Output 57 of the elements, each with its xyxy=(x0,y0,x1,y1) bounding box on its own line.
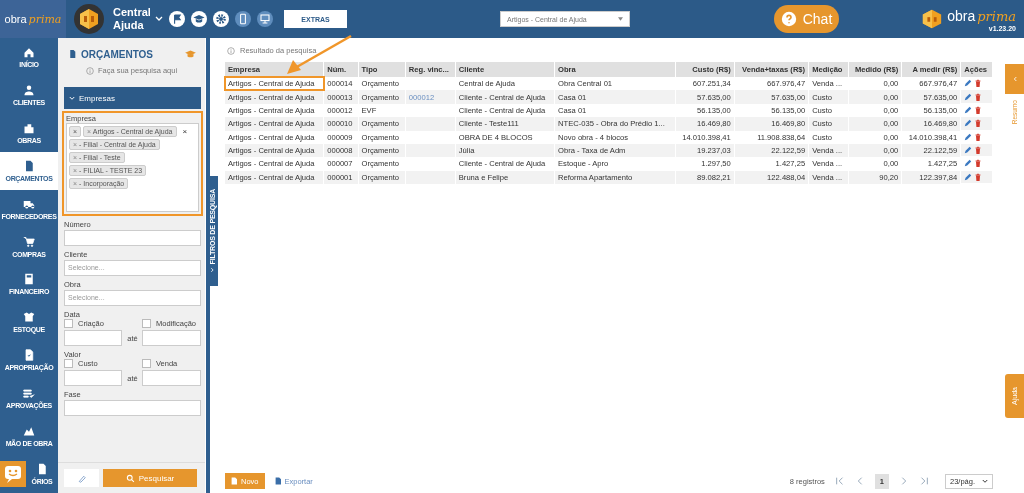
input-field[interactable] xyxy=(64,400,201,416)
checkbox[interactable] xyxy=(64,359,73,368)
document-icon xyxy=(68,49,77,59)
nav-icon xyxy=(23,159,35,172)
flag-icon[interactable] xyxy=(169,11,185,27)
clear-button[interactable]: × xyxy=(178,126,192,137)
cube-logo-icon xyxy=(921,8,944,30)
caret-icon xyxy=(618,17,623,21)
nav-icon xyxy=(23,235,35,248)
trash-icon[interactable] xyxy=(974,79,983,88)
nav-icon xyxy=(23,349,35,362)
input-field[interactable] xyxy=(142,370,201,386)
eraser-icon xyxy=(77,473,86,483)
input-field[interactable] xyxy=(142,330,201,346)
search-icon xyxy=(125,473,135,483)
checkbox[interactable] xyxy=(142,359,151,368)
chevron-icon xyxy=(210,267,214,273)
nav-icon xyxy=(23,387,35,400)
nav-icon xyxy=(23,121,35,134)
info-icon xyxy=(85,66,94,75)
input-field[interactable] xyxy=(64,370,122,386)
chevron-icon xyxy=(1012,76,1017,82)
caret-icon[interactable] xyxy=(155,16,163,22)
trash-icon[interactable] xyxy=(974,119,983,128)
document-icon xyxy=(274,477,281,485)
monitor-icon[interactable] xyxy=(257,11,273,27)
nav-icon xyxy=(23,311,35,324)
trash-icon[interactable] xyxy=(974,146,983,155)
checkbox[interactable] xyxy=(142,319,151,328)
help-icon xyxy=(780,11,797,27)
caret-icon xyxy=(982,478,988,484)
trash-icon[interactable] xyxy=(974,159,983,168)
brand-logo[interactable]: obra prima xyxy=(0,0,66,38)
trash-icon[interactable] xyxy=(974,92,983,101)
input-field[interactable] xyxy=(64,330,122,346)
document-icon xyxy=(231,477,237,485)
input-field[interactable] xyxy=(64,230,201,246)
trash-icon[interactable] xyxy=(974,172,983,181)
chevron-icon xyxy=(69,95,75,101)
checkbox[interactable] xyxy=(64,319,73,328)
info-icon xyxy=(227,46,235,55)
nav-icon xyxy=(23,425,35,438)
nav-icon xyxy=(23,83,35,96)
panel-title: ORÇAMENTOS xyxy=(81,48,154,60)
chat-widget-icon[interactable] xyxy=(0,461,26,488)
summary-toggle-tab[interactable] xyxy=(1005,64,1024,94)
brand-logo: obraprima xyxy=(947,6,1016,25)
settings-icon[interactable] xyxy=(213,11,229,27)
trash-icon[interactable] xyxy=(974,132,983,141)
cube-logo-icon xyxy=(74,4,104,34)
trash-icon[interactable] xyxy=(974,105,983,114)
workspace-name[interactable]: Central Ajuda xyxy=(113,6,153,32)
graduation-cap-icon[interactable] xyxy=(191,11,207,27)
phone-icon[interactable] xyxy=(235,11,251,27)
section-header[interactable]: Empresas xyxy=(64,87,201,109)
nav-icon xyxy=(36,463,48,476)
nav-icon xyxy=(23,273,35,286)
